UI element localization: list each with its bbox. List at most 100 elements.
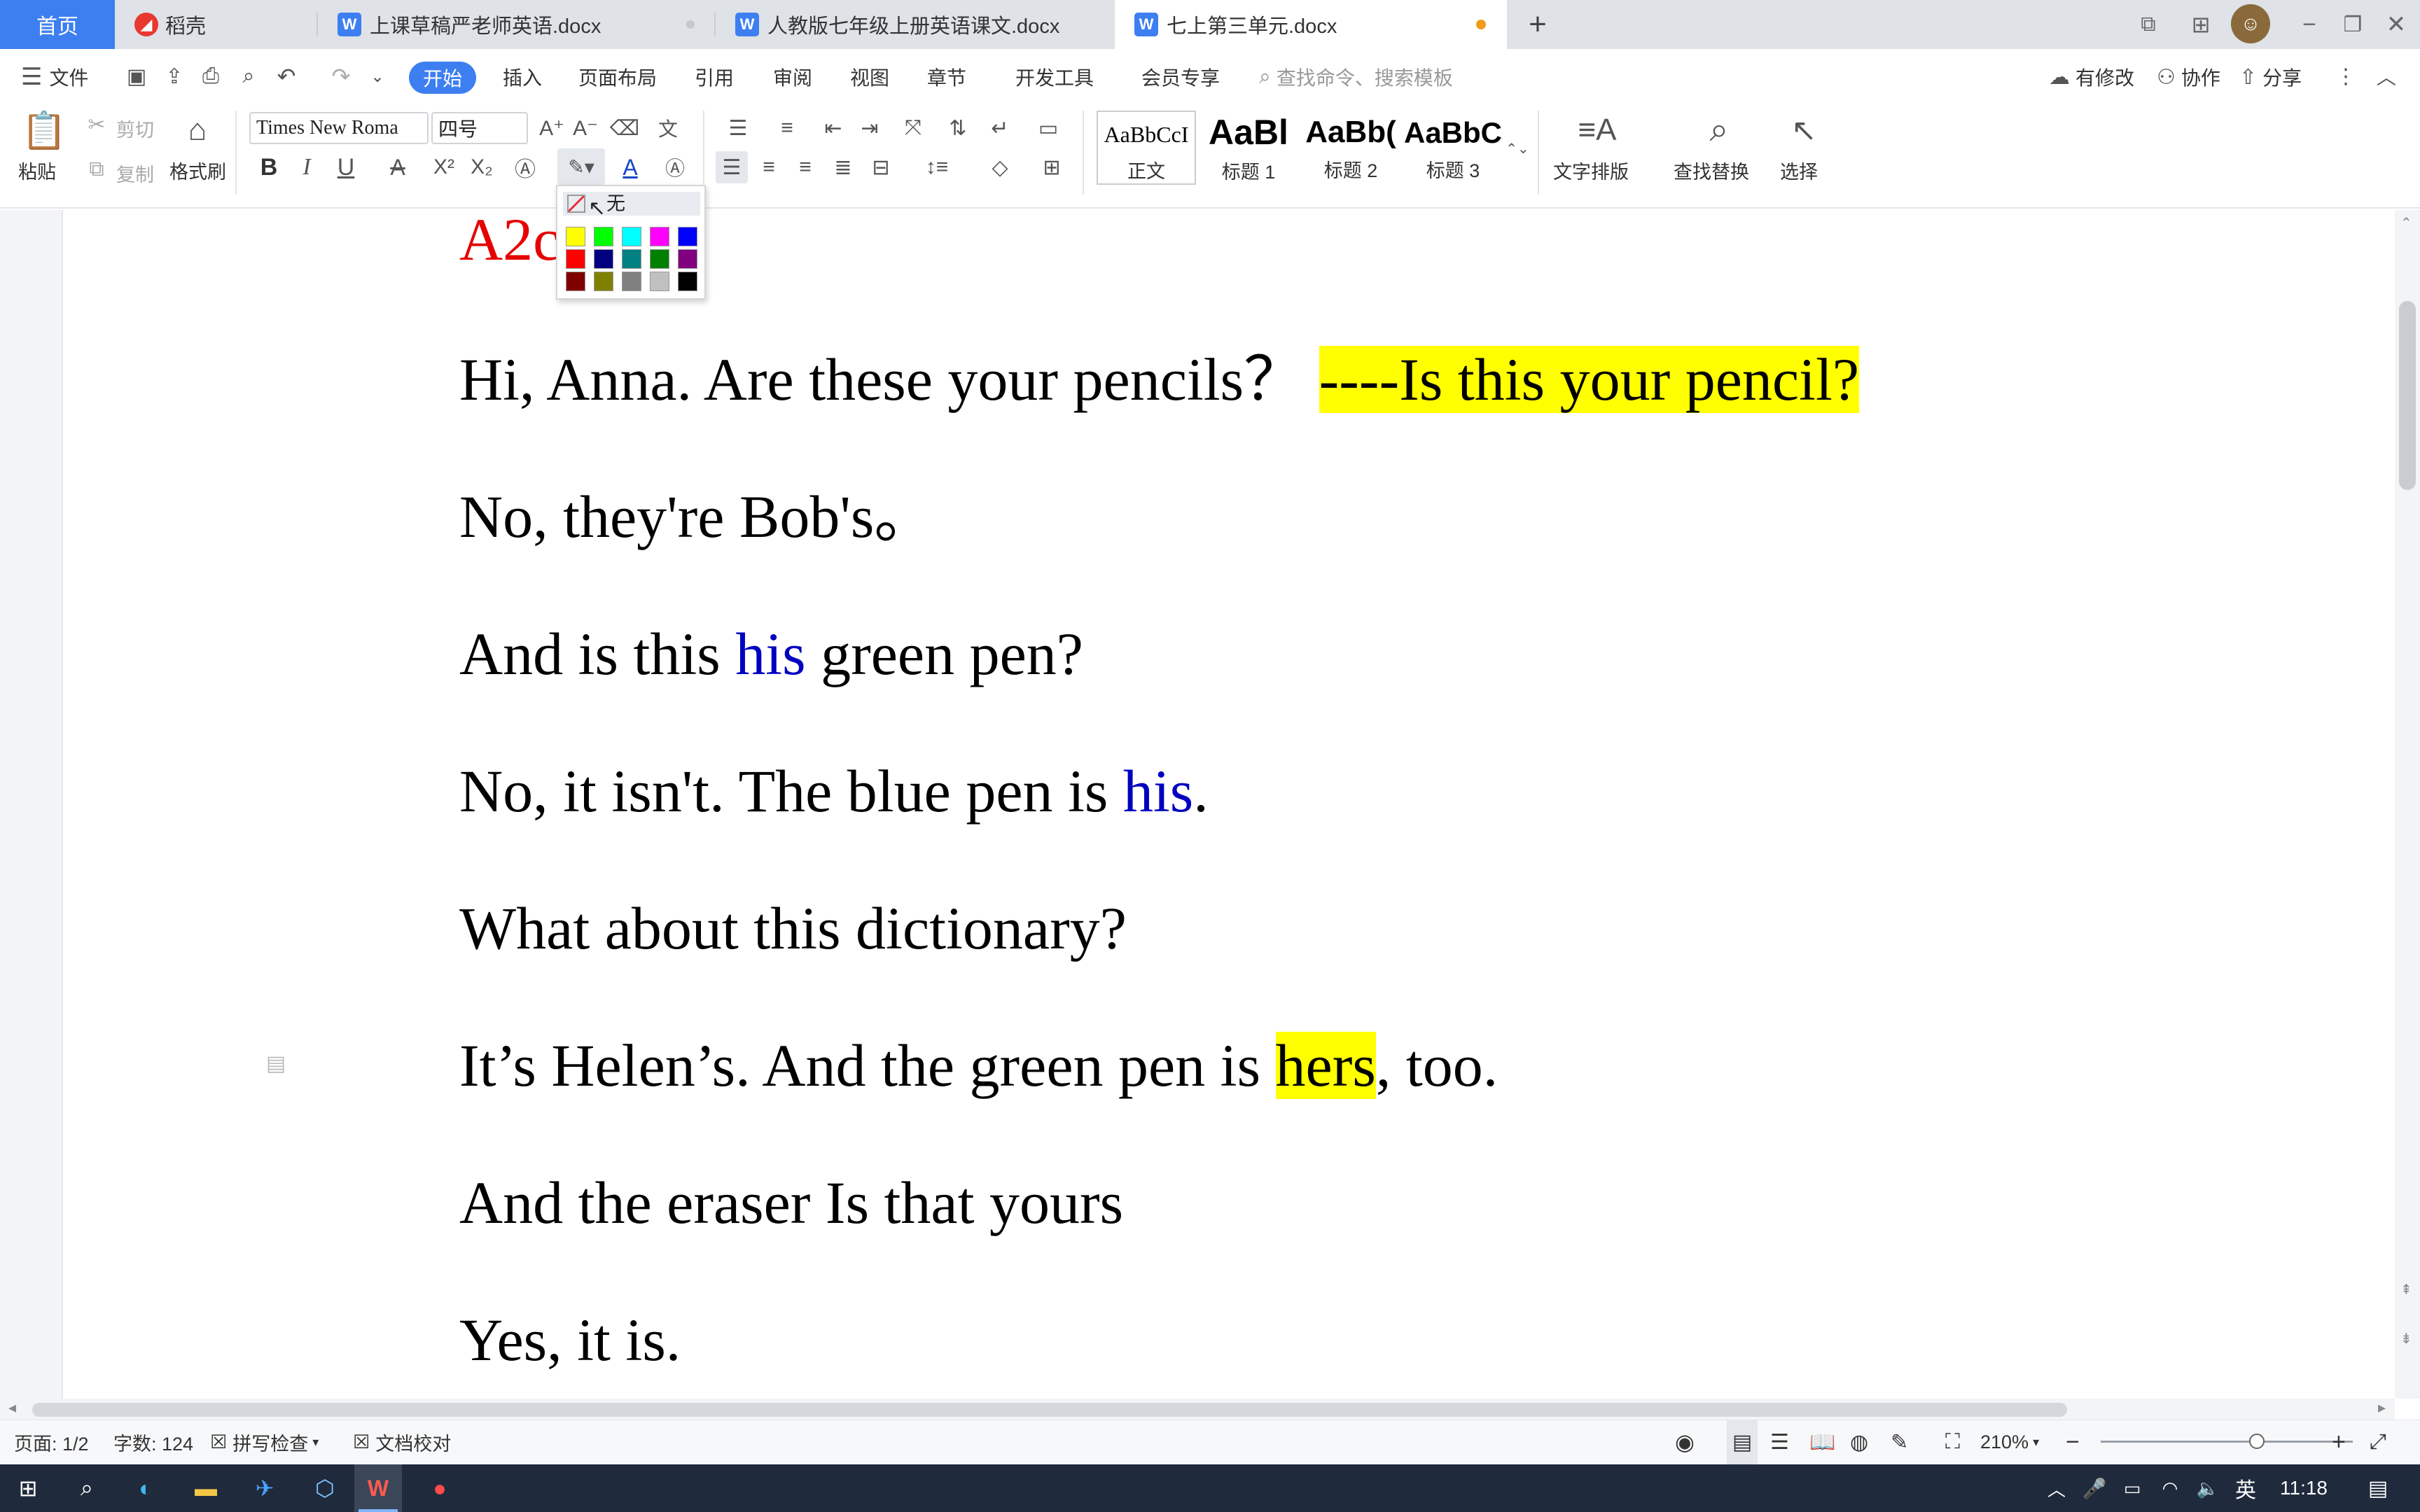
recorder-app-icon[interactable]: ● bbox=[417, 1464, 462, 1512]
has-changes-button[interactable]: ☁ 有修改 bbox=[2049, 49, 2134, 105]
bullet-list-icon[interactable]: ☰ bbox=[717, 112, 759, 144]
collapse-ribbon-icon[interactable]: ︿ bbox=[2372, 62, 2400, 91]
vertical-scroll-thumb[interactable] bbox=[2399, 301, 2416, 490]
doc-line[interactable]: What about this dictionary? bbox=[459, 879, 1127, 977]
page-indicator[interactable]: 页面: 1/2 bbox=[14, 1420, 89, 1464]
highlight-swatch[interactable] bbox=[622, 227, 641, 246]
doc-line[interactable]: No, it isn't. The blue pen is his. bbox=[459, 742, 1209, 840]
select-label[interactable]: 选择 bbox=[1780, 157, 1818, 184]
doc-line[interactable]: And the eraser Is that yours bbox=[459, 1154, 1123, 1252]
text-effects-icon[interactable]: Ⓐ bbox=[506, 151, 545, 183]
tab-page-layout[interactable]: 页面布局 bbox=[578, 49, 657, 105]
doc-proof-button[interactable]: ☒ 文档校对 bbox=[353, 1420, 451, 1464]
copy-icon[interactable]: ⧉ bbox=[83, 155, 111, 183]
highlight-swatch[interactable] bbox=[594, 272, 613, 291]
page-view-icon[interactable]: ▤ bbox=[1727, 1420, 1758, 1464]
zoom-level[interactable]: 210% ▾ bbox=[1980, 1420, 2039, 1464]
eye-protection-icon[interactable]: ◉ bbox=[1675, 1420, 1695, 1464]
paste-icon[interactable]: 📋 bbox=[20, 108, 69, 153]
highlight-swatch[interactable] bbox=[678, 227, 697, 246]
borders-icon[interactable]: ⊞ bbox=[1029, 151, 1074, 183]
highlight-swatch[interactable] bbox=[594, 249, 613, 269]
reading-mode-icon[interactable]: ⧉ bbox=[2129, 8, 2168, 41]
restore-window-icon[interactable]: ❐ bbox=[2333, 7, 2372, 42]
spell-check-button[interactable]: ☒ 拼写检查 ▾ bbox=[210, 1420, 319, 1464]
line-spacing-icon[interactable]: ↕≡ bbox=[915, 151, 959, 183]
scroll-left-icon[interactable]: ◂ bbox=[8, 1399, 16, 1417]
ime-indicator[interactable]: 英 bbox=[2230, 1464, 2262, 1512]
tab-doc-3-active[interactable]: W 七上第三单元.docx bbox=[1115, 0, 1507, 49]
phonetic-guide-icon[interactable]: 文 bbox=[648, 112, 688, 144]
microphone-icon[interactable]: 🎤 bbox=[2078, 1464, 2110, 1512]
file-menu[interactable]: ☰ 文件 bbox=[21, 49, 89, 105]
file-explorer-icon[interactable]: ▬ bbox=[183, 1464, 228, 1512]
sort-icon[interactable]: ⇅ bbox=[943, 112, 973, 144]
reading-view-icon[interactable]: 📖 bbox=[1809, 1420, 1835, 1464]
minimize-window-icon[interactable]: − bbox=[2290, 7, 2329, 42]
doc-line[interactable]: Yes, it is. bbox=[459, 1291, 681, 1389]
save-icon[interactable]: ▣ bbox=[122, 62, 151, 91]
horizontal-scrollbar[interactable]: ◂ ▸ bbox=[0, 1399, 2395, 1420]
distributed-align-icon[interactable]: ⊟ bbox=[865, 151, 896, 183]
app-icon[interactable]: ⬡ bbox=[302, 1464, 347, 1512]
collaborate-button[interactable]: ⚇ 协作 bbox=[2157, 49, 2220, 105]
notification-center-icon[interactable]: ▤ bbox=[2356, 1464, 2400, 1512]
edge-browser-icon[interactable]: ◐ bbox=[123, 1464, 168, 1512]
apps-grid-icon[interactable]: ⊞ bbox=[2183, 8, 2218, 41]
battery-icon[interactable]: ▭ bbox=[2116, 1464, 2148, 1512]
undo-icon[interactable]: ↶ bbox=[272, 62, 301, 91]
align-left-icon[interactable]: ☰ bbox=[716, 151, 748, 183]
font-name-field[interactable]: Times New Roma bbox=[249, 112, 429, 144]
style-heading-3[interactable]: AaBbC 标题 3 bbox=[1403, 111, 1503, 185]
tab-doc-1[interactable]: W 上课草稿严老师英语.docx bbox=[318, 0, 716, 49]
ruler-icon[interactable]: ▭ bbox=[1031, 112, 1066, 144]
zoom-in-icon[interactable]: + bbox=[2332, 1420, 2346, 1464]
tab-review[interactable]: 审阅 bbox=[773, 49, 812, 105]
highlight-swatch[interactable] bbox=[566, 272, 585, 291]
paste-label[interactable]: 粘贴 bbox=[18, 157, 56, 184]
fullscreen-icon[interactable]: ⤢ bbox=[2370, 1420, 2386, 1464]
windows-start-icon[interactable]: ⊞ bbox=[6, 1464, 50, 1512]
format-painter-icon[interactable]: ⌂ bbox=[178, 108, 217, 153]
wps-office-icon[interactable]: W bbox=[354, 1464, 402, 1512]
text-layout-label[interactable]: 文字排版 bbox=[1553, 157, 1629, 184]
quick-access-dropdown-icon[interactable]: ⌄ bbox=[366, 62, 389, 91]
highlight-swatch[interactable] bbox=[594, 227, 613, 246]
tab-daoke[interactable]: ◢ 稻壳 bbox=[115, 0, 318, 49]
highlight-swatch[interactable] bbox=[622, 249, 641, 269]
zoom-out-icon[interactable]: − bbox=[2066, 1420, 2080, 1464]
highlight-swatch[interactable] bbox=[622, 272, 641, 291]
tab-close-dot-icon[interactable] bbox=[686, 20, 695, 29]
increase-indent-icon[interactable]: ⇥ bbox=[854, 112, 885, 144]
tab-member[interactable]: 会员专享 bbox=[1141, 49, 1220, 105]
justify-icon[interactable]: ≣ bbox=[828, 151, 858, 183]
tab-developer[interactable]: 开发工具 bbox=[1015, 49, 1094, 105]
clock[interactable]: 11:18 bbox=[2269, 1464, 2339, 1512]
font-size-field[interactable]: 四号 bbox=[431, 112, 528, 144]
format-painter-label[interactable]: 格式刷 bbox=[169, 157, 226, 184]
clear-formatting-icon[interactable]: ⌫ bbox=[609, 112, 640, 144]
superscript-icon[interactable]: X² bbox=[429, 151, 459, 183]
style-heading-1[interactable]: AaBl 标题 1 bbox=[1199, 111, 1298, 185]
vertical-scrollbar[interactable]: ⌃ ⇞ ⇟ bbox=[2395, 210, 2420, 1399]
tray-expand-icon[interactable]: ︿ bbox=[2040, 1464, 2073, 1512]
decrease-indent-icon[interactable]: ⇤ bbox=[818, 112, 849, 144]
strikethrough-icon[interactable]: A bbox=[378, 151, 417, 183]
print-preview-icon[interactable]: ⌕ bbox=[234, 62, 263, 91]
align-right-icon[interactable]: ≡ bbox=[790, 151, 821, 183]
next-page-icon[interactable]: ⇟ bbox=[2400, 1330, 2412, 1348]
increase-font-size-icon[interactable]: A⁺ bbox=[536, 112, 567, 144]
font-color-icon[interactable]: A bbox=[611, 151, 650, 183]
cut-icon[interactable]: ✂ bbox=[83, 111, 111, 139]
user-avatar[interactable]: ☺ bbox=[2231, 4, 2270, 43]
highlight-swatch[interactable] bbox=[566, 249, 585, 269]
new-tab-button[interactable]: + bbox=[1517, 0, 1559, 49]
highlight-swatch[interactable] bbox=[650, 227, 669, 246]
chinese-layout-icon[interactable]: ⤧ bbox=[893, 112, 933, 144]
italic-icon[interactable]: I bbox=[291, 151, 322, 183]
highlight-swatch[interactable] bbox=[678, 272, 697, 291]
subscript-icon[interactable]: X₂ bbox=[466, 151, 497, 183]
tab-view[interactable]: 视图 bbox=[850, 49, 889, 105]
highlight-swatch[interactable] bbox=[678, 249, 697, 269]
cut-label[interactable]: 剪切 bbox=[116, 115, 154, 142]
